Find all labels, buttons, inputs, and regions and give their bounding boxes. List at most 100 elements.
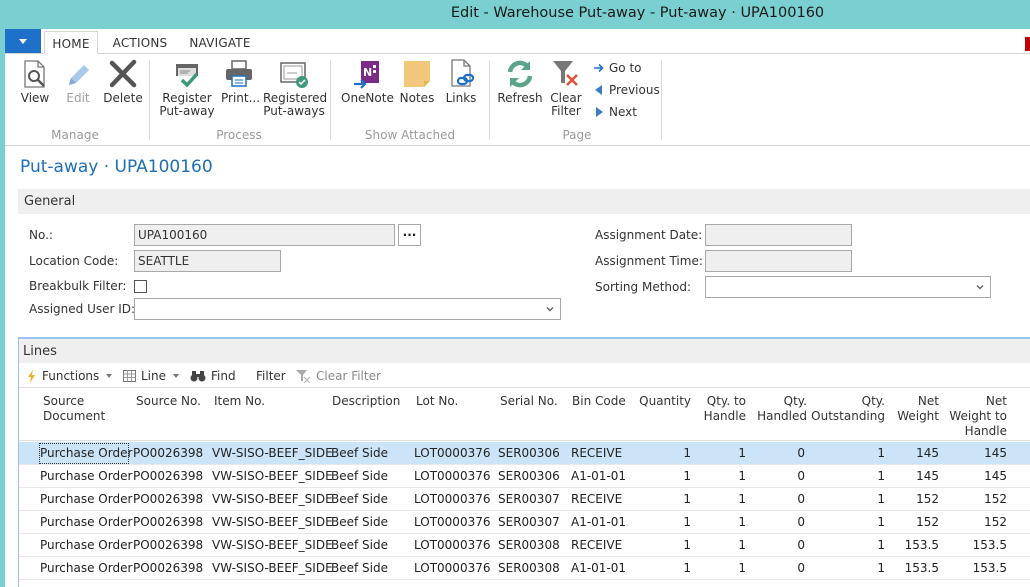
tab-actions[interactable]: ACTIONS (105, 31, 175, 54)
no-field[interactable]: UPA100160 (134, 224, 395, 246)
ribbon-separator (489, 60, 490, 140)
tab-home[interactable]: HOME (44, 31, 98, 54)
column-header-text: Lot No. (416, 394, 459, 408)
clear-filter-label-1: Clear (550, 91, 582, 105)
column-header[interactable]: Qty. Outstanding (807, 394, 885, 439)
table-cell: 0 (797, 561, 805, 575)
table-row[interactable]: Purchase Order PO0026398 VW-SISO-BEEF_SIDE… (19, 488, 1030, 511)
table-cell: 1 (683, 492, 691, 506)
delete-button[interactable]: Delete (103, 58, 143, 105)
go-to-button[interactable]: Go to (593, 59, 642, 77)
table-row[interactable]: Purchase Order PO0026398 VW-SISO-BEEF_SIDE… (19, 534, 1030, 557)
location-code-field[interactable]: SEATTLE (134, 250, 281, 272)
table-cell: Beef Side (331, 561, 388, 575)
column-header[interactable]: Description (332, 394, 412, 439)
table-cell: A1-01-01 (571, 561, 627, 575)
table-cell: 1 (877, 492, 885, 506)
column-header[interactable]: Source No. (136, 394, 211, 439)
general-section-header[interactable]: General (18, 189, 1030, 214)
lines-section-header[interactable]: Lines (19, 339, 1030, 363)
column-header[interactable]: Qty. Handled (747, 394, 807, 439)
column-header[interactable]: Source Document (43, 394, 133, 439)
onenote-button[interactable]: N OneNote (341, 58, 394, 105)
go-to-label: Go to (609, 61, 642, 75)
group-label-page: Page (562, 128, 592, 142)
table-cell: 1 (683, 561, 691, 575)
table-cell: LOT0000376 (414, 515, 491, 529)
breakbulk-filter-checkbox[interactable] (134, 280, 147, 293)
column-header[interactable]: Net Weight (885, 394, 939, 439)
next-label: Next (609, 105, 637, 119)
assignment-time-field[interactable] (705, 250, 852, 272)
next-button[interactable]: Next (593, 103, 637, 121)
table-cell: VW-SISO-BEEF_SIDE (212, 469, 333, 483)
table-row[interactable]: Purchase Order PO0026398 VW-SISO-BEEF_SIDE… (19, 442, 1030, 465)
table-cell: SER00307 (498, 492, 560, 506)
register-put-away-button[interactable]: Register Put-away (159, 58, 215, 118)
table-cell: PO0026398 (133, 538, 204, 552)
clear-filter-toolbar-button[interactable]: Clear Filter (296, 369, 381, 383)
column-header-text (500, 409, 570, 424)
table-cell: SER00307 (498, 515, 560, 529)
previous-button[interactable]: Previous (593, 81, 660, 99)
links-button[interactable]: Links (445, 58, 477, 105)
assignment-date-field[interactable] (705, 224, 852, 246)
find-button[interactable]: Find (190, 369, 236, 383)
app-window: HOME ACTIONS NAVIGATE View Edit Delete M… (5, 29, 1030, 587)
group-show-attached: N OneNote Notes Links Show Attached (335, 54, 485, 146)
column-header[interactable]: Serial No. (500, 394, 570, 439)
assigned-user-id-label: Assigned User ID: (29, 302, 136, 316)
clear-filter-button[interactable]: Clear Filter (547, 58, 585, 118)
column-header[interactable]: Net Weight to Handle (939, 394, 1007, 439)
table-cell: 153.5 (972, 538, 1007, 552)
assigned-user-id-select[interactable] (134, 298, 561, 320)
line-label: Line (141, 369, 167, 383)
column-header-text (332, 424, 412, 439)
sorting-method-label: Sorting Method: (595, 280, 692, 294)
triangle-left-icon (595, 85, 602, 95)
table-cell: 152 (984, 492, 1007, 506)
column-header[interactable]: Quantity (619, 394, 691, 439)
app-menu-button[interactable] (5, 29, 41, 53)
filter-button[interactable]: Filter (256, 369, 286, 383)
table-cell: 1 (738, 561, 746, 575)
table-cell: LOT0000376 (414, 561, 491, 575)
column-header-text: Quantity (639, 394, 691, 408)
column-header[interactable]: Lot No. (416, 394, 496, 439)
registered-put-aways-label-2: Put-aways (263, 104, 325, 118)
print-button[interactable]: Print... (221, 58, 260, 105)
view-icon (24, 60, 45, 88)
table-cell: 1 (683, 446, 691, 460)
column-header-text: Serial No. (500, 394, 558, 408)
table-cell: 1 (877, 561, 885, 575)
group-label-manage: Manage (51, 128, 99, 142)
refresh-button[interactable]: Refresh (497, 58, 543, 105)
sorting-method-select[interactable] (705, 276, 991, 298)
functions-menu-button[interactable]: Functions (27, 369, 113, 383)
table-cell: 0 (797, 469, 805, 483)
registered-put-aways-button[interactable]: Registered Put-aways (263, 58, 327, 118)
table-row[interactable]: Purchase Order PO0026398 VW-SISO-BEEF_SIDE… (19, 511, 1030, 534)
table-row[interactable]: Purchase Order PO0026398 VW-SISO-BEEF_SIDE… (19, 465, 1030, 488)
binoculars-icon (190, 371, 206, 382)
column-header-text (416, 424, 496, 439)
edit-button[interactable]: Edit (61, 58, 95, 105)
table-cell: Beef Side (331, 492, 388, 506)
view-button[interactable]: View (17, 58, 53, 105)
table-cell: 1 (738, 446, 746, 460)
table-cell: VW-SISO-BEEF_SIDE (212, 561, 333, 575)
links-icon (451, 59, 475, 87)
column-header[interactable]: Qty. to Handle (691, 394, 746, 439)
notes-icon (404, 61, 430, 87)
tab-navigate[interactable]: NAVIGATE (182, 31, 258, 54)
table-row[interactable]: Purchase Order PO0026398 VW-SISO-BEEF_SIDE… (19, 557, 1030, 580)
column-header[interactable]: Item No. (214, 394, 329, 439)
column-header-text: Item No. (214, 394, 266, 408)
line-menu-button[interactable]: Line (123, 369, 180, 383)
assignment-date-label: Assignment Date: (595, 228, 703, 242)
column-header-text (807, 424, 885, 439)
dropdown-arrow-icon (19, 38, 27, 44)
table-cell: SER00308 (498, 538, 560, 552)
notes-button[interactable]: Notes (399, 58, 435, 105)
no-lookup-button[interactable]: ... (398, 224, 421, 246)
